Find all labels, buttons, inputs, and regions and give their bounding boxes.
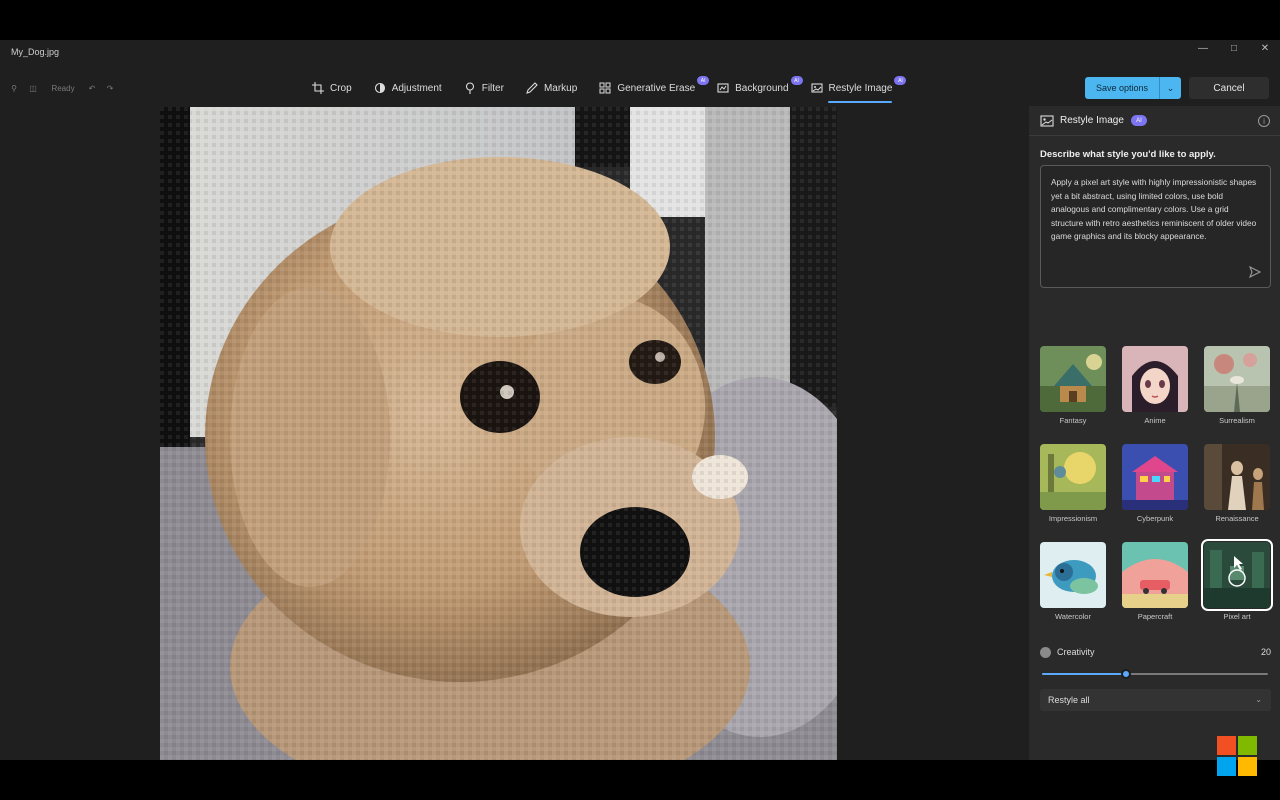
fantasy-thumb	[1040, 346, 1106, 412]
logo-yellow-square	[1238, 757, 1257, 776]
pixel-art-thumb	[1201, 539, 1273, 611]
ai-badge: AI	[894, 76, 907, 85]
creativity-row: Creativity 20	[1040, 645, 1271, 659]
panel-title: Restyle Image	[1060, 115, 1124, 126]
tool-label: Generative Erase	[617, 82, 696, 94]
style-label: Surrealism	[1219, 416, 1255, 425]
logo-blue-square	[1217, 757, 1236, 776]
impressionism-thumb	[1040, 444, 1106, 510]
tool-label: Markup	[543, 82, 578, 94]
anime-thumb	[1122, 346, 1188, 412]
tool-label: Adjustment	[391, 82, 442, 94]
background-icon	[717, 83, 729, 93]
ai-badge: AI	[697, 76, 710, 85]
tool-label: Restyle Image	[828, 82, 893, 94]
style-label: Fantasy	[1059, 416, 1087, 425]
style-anime[interactable]: Anime	[1122, 346, 1188, 425]
panel-header: Restyle Image AI i	[1029, 106, 1280, 136]
window-title: My_Dog.jpg	[11, 47, 60, 57]
restyle-scope-dropdown[interactable]: Restyle all ⌄	[1040, 689, 1271, 711]
style-label: Impressionism	[1048, 514, 1098, 523]
adjustment-icon	[374, 82, 385, 94]
slider-thumb[interactable]	[1120, 669, 1131, 679]
edit-toolbar: Crop Adjustment Filter Markup Generative…	[312, 76, 914, 103]
surrealism-thumb	[1204, 346, 1270, 412]
tool-adjustment[interactable]: Adjustment	[374, 76, 442, 100]
redo-icon[interactable]: ↷	[104, 81, 116, 95]
ai-badge: AI	[1130, 115, 1147, 126]
minimize-icon[interactable]: —	[1188, 40, 1218, 56]
zoom-icon[interactable]: ⚲	[8, 81, 20, 95]
tool-label: Background	[735, 82, 789, 94]
prompt-label: Describe what style you'd like to apply.	[1040, 149, 1216, 160]
style-papercraft[interactable]: Papercraft	[1122, 542, 1188, 621]
restyle-icon	[1040, 114, 1054, 127]
tool-markup[interactable]: Markup	[526, 76, 577, 100]
style-label: Anime	[1144, 416, 1166, 425]
send-icon[interactable]	[1249, 266, 1261, 278]
style-label: Renaissance	[1215, 514, 1259, 523]
watercolor-thumb	[1040, 542, 1106, 608]
style-prompt-input[interactable]: Apply a pixel art style with highly impr…	[1040, 165, 1271, 288]
restyle-scope-value: Restyle all	[1048, 695, 1090, 705]
chevron-down-icon[interactable]: ⌄	[1159, 77, 1181, 99]
microsoft-logo	[1217, 736, 1257, 776]
tool-label: Crop	[330, 82, 352, 94]
tool-filter[interactable]: Filter	[464, 76, 504, 100]
style-label: Cyberpunk	[1136, 514, 1174, 523]
style-label: Pixel art	[1223, 612, 1251, 621]
tool-generative-erase[interactable]: Generative Erase AI	[599, 76, 710, 100]
creativity-label: Creativity	[1057, 647, 1095, 657]
tool-background[interactable]: Background AI	[717, 76, 803, 100]
style-impressionism[interactable]: Impressionism	[1040, 444, 1106, 523]
style-surrealism[interactable]: Surrealism	[1204, 346, 1270, 425]
style-watercolor[interactable]: Watercolor	[1040, 542, 1106, 621]
close-icon[interactable]: ✕	[1250, 40, 1280, 56]
restyle-panel: Restyle Image AI i Describe what style y…	[1029, 106, 1280, 760]
chevron-down-icon: ⌄	[1255, 695, 1262, 704]
logo-red-square	[1217, 736, 1236, 755]
photos-app-window: My_Dog.jpg — □ ✕ ⚲ ◫ Ready ↶ ↷ Crop Adju…	[0, 40, 1280, 760]
style-label: Papercraft	[1137, 612, 1173, 621]
title-bar: My_Dog.jpg — □ ✕	[0, 40, 1280, 66]
erase-icon	[599, 82, 611, 94]
style-pixel-art[interactable]: Pixel art	[1201, 539, 1273, 621]
style-renaissance[interactable]: Renaissance	[1204, 444, 1270, 523]
info-icon[interactable]: i	[1258, 115, 1270, 127]
papercraft-thumb	[1122, 542, 1188, 608]
view-toolbar: ⚲ ◫ Ready ↶ ↷	[2, 79, 132, 97]
tool-label: Filter	[481, 82, 504, 94]
tool-crop[interactable]: Crop	[312, 76, 352, 100]
save-options-label: Save options	[1095, 83, 1149, 93]
style-fantasy[interactable]: Fantasy	[1040, 346, 1106, 425]
crop-icon	[312, 82, 324, 94]
compare-icon[interactable]: ◫	[26, 81, 40, 95]
style-cyberpunk[interactable]: Cyberpunk	[1122, 444, 1188, 523]
creativity-slider[interactable]	[1042, 669, 1268, 679]
dog-photo	[160, 107, 837, 760]
image-canvas[interactable]	[160, 107, 837, 760]
creativity-value: 20	[1260, 647, 1271, 657]
slider-fill	[1042, 673, 1126, 675]
tool-restyle-image[interactable]: Restyle Image AI	[810, 76, 907, 103]
filter-icon	[465, 82, 474, 94]
restyle-icon	[810, 83, 823, 93]
creativity-icon	[1040, 646, 1051, 658]
logo-green-square	[1238, 736, 1257, 755]
prompt-text[interactable]: Apply a pixel art style with highly impr…	[1051, 176, 1263, 244]
undo-icon[interactable]: ↶	[86, 81, 98, 95]
cyberpunk-thumb	[1122, 444, 1188, 510]
pen-icon	[526, 82, 538, 94]
save-options-button[interactable]: Save options ⌄	[1085, 77, 1181, 99]
maximize-icon[interactable]: □	[1219, 40, 1249, 56]
renaissance-thumb	[1204, 444, 1270, 510]
zoom-level[interactable]: Ready	[46, 81, 80, 95]
cancel-button[interactable]: Cancel	[1189, 77, 1269, 99]
ai-badge: AI	[790, 76, 803, 85]
style-label: Watercolor	[1055, 612, 1091, 621]
